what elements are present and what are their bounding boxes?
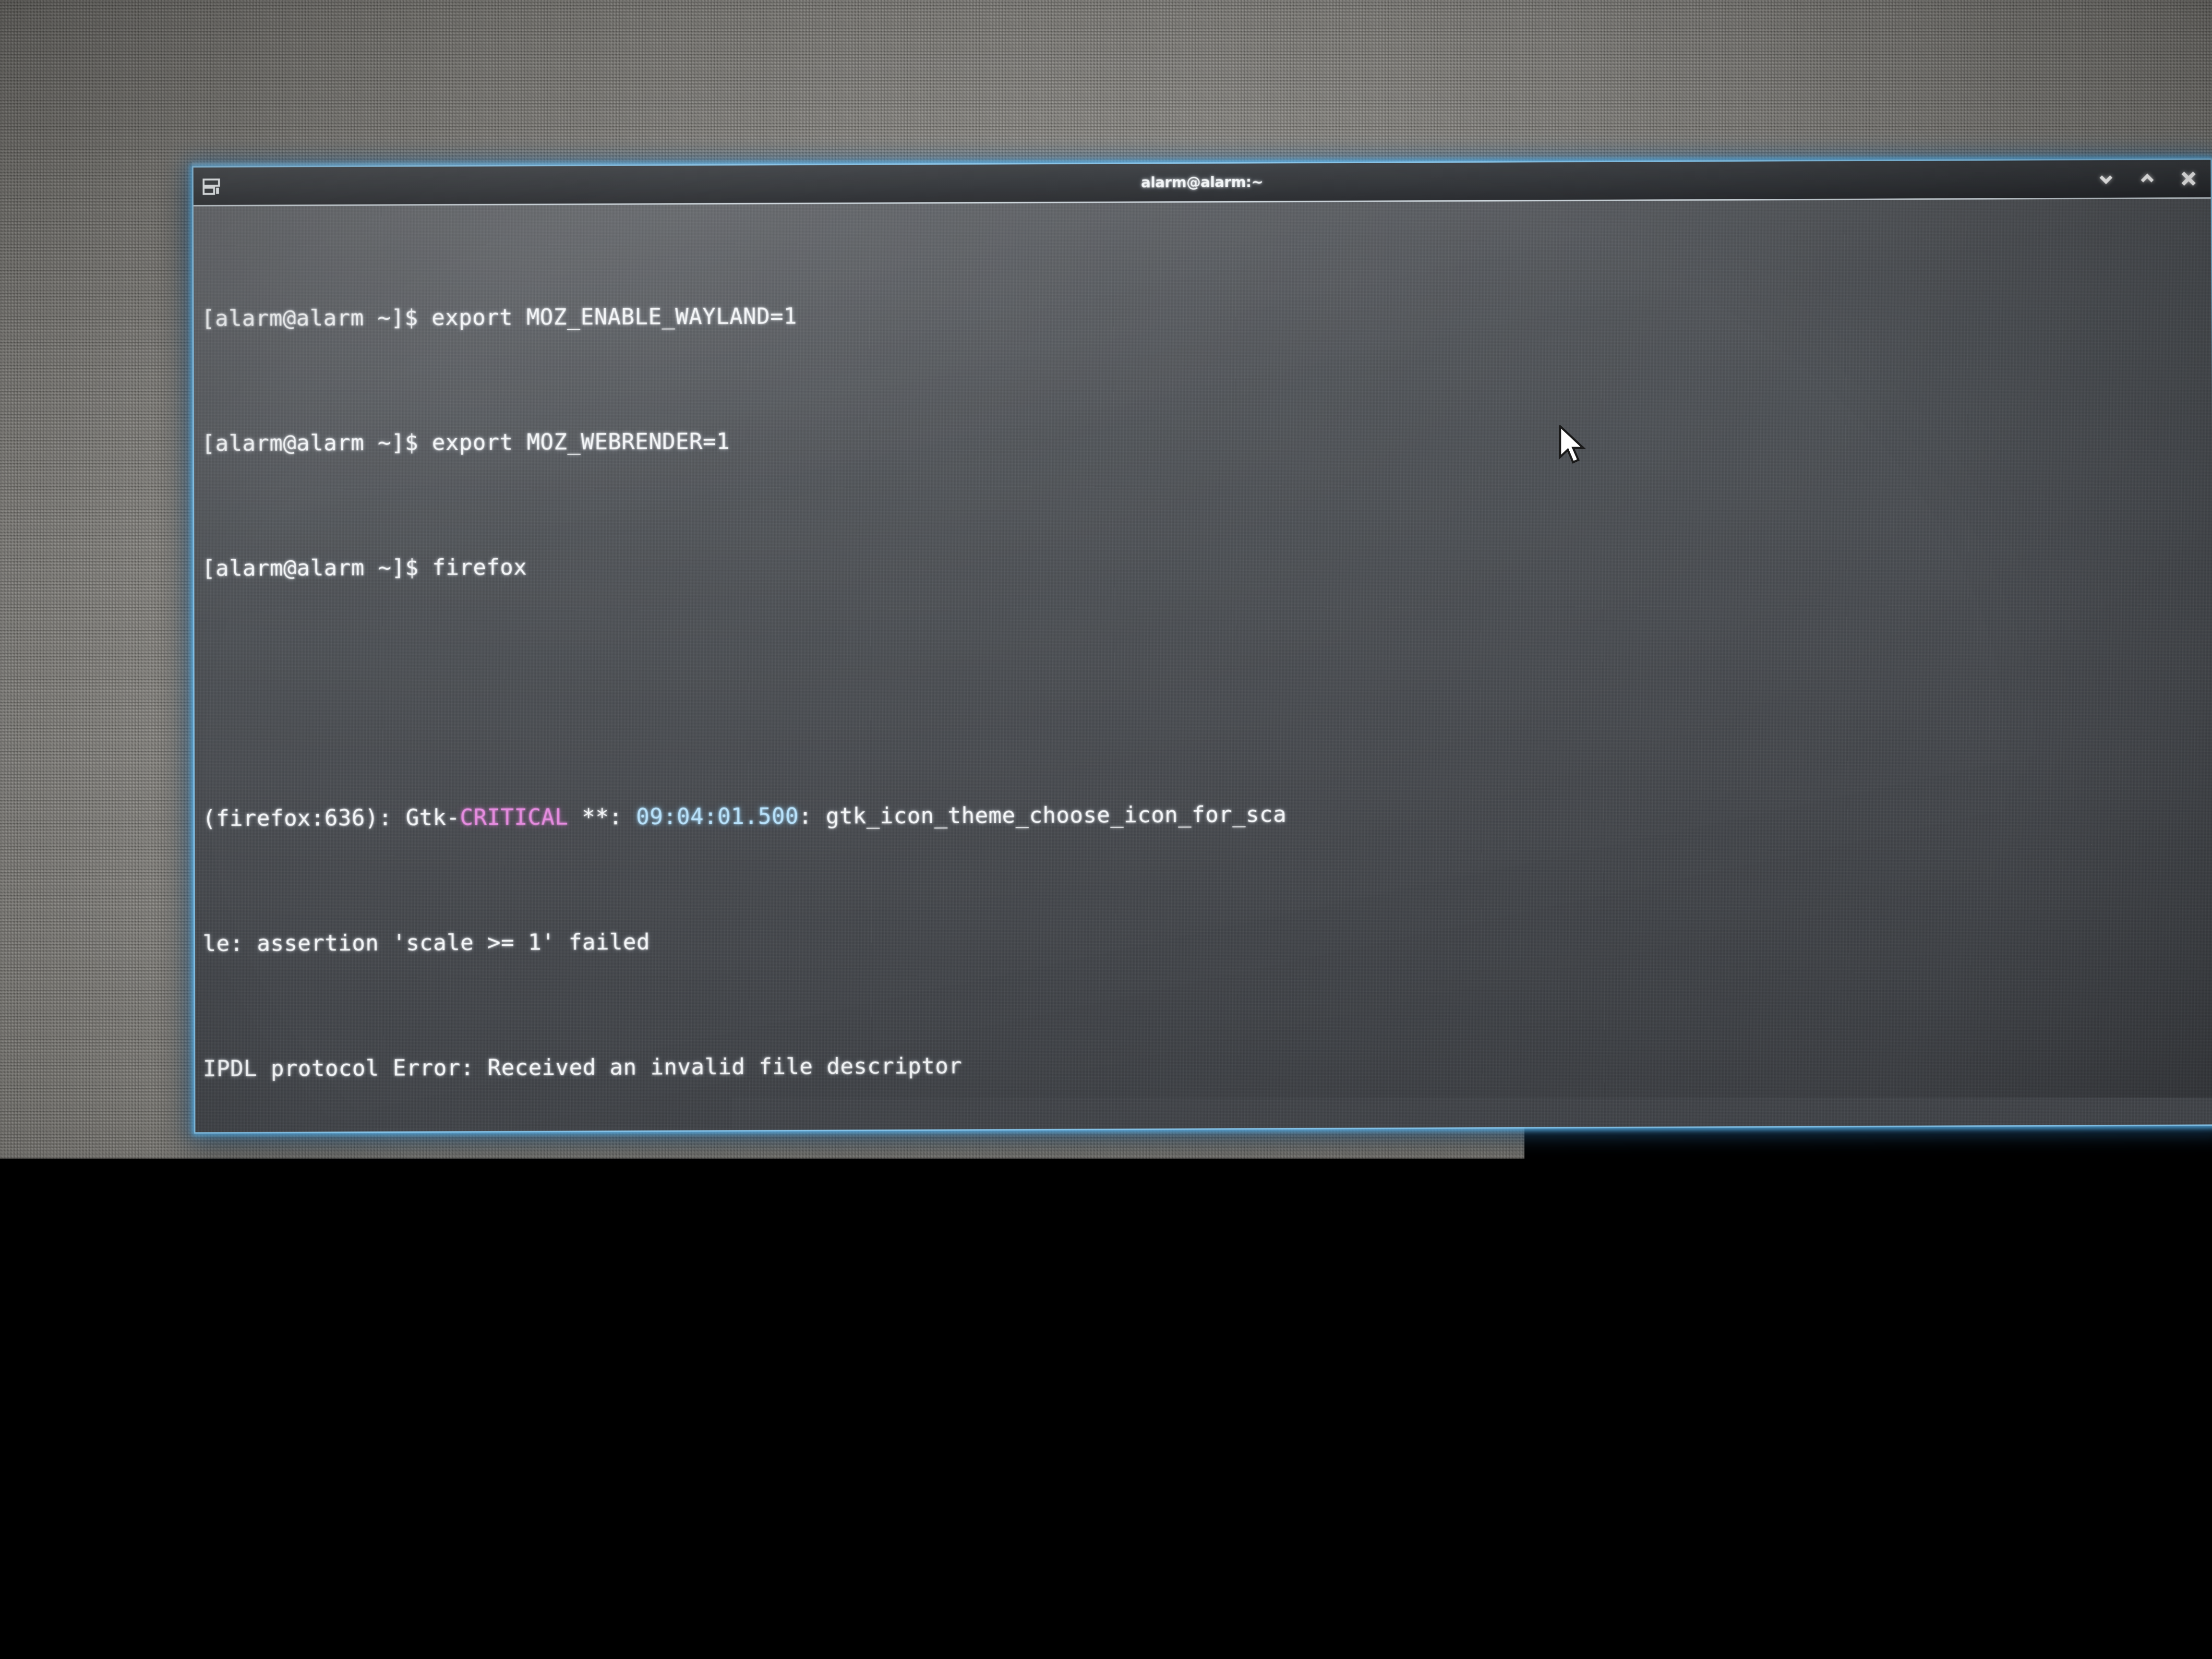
- gtk-warning-prefix: (firefox:636): Gtk-: [203, 804, 460, 831]
- terminal-blank-line: [202, 670, 2212, 709]
- assertion-text: le: assertion 'scale >= 1' failed: [203, 929, 650, 957]
- shell-prompt: [alarm@alarm ~]$: [202, 304, 432, 331]
- shell-prompt: [alarm@alarm ~]$: [202, 554, 433, 581]
- ipdl-error-text: IPDL protocol Error: Received an invalid…: [203, 1053, 962, 1082]
- terminal-body[interactable]: [alarm@alarm ~]$ export MOZ_ENABLE_WAYLA…: [193, 199, 2212, 1132]
- terminal-window[interactable]: alarm@alarm:~ [alarm@alarm ~]$ export MO…: [192, 158, 2212, 1134]
- terminal-console-output[interactable]: [alarm@alarm ~]$ export MOZ_ENABLE_WAYLA…: [201, 202, 2212, 1132]
- shell-command: export MOZ_ENABLE_WAYLAND=1: [432, 303, 797, 330]
- window-title: alarm@alarm:~: [193, 170, 2211, 194]
- gtk-warning-suffix: : gtk_icon_theme_choose_icon_for_sca: [799, 801, 1286, 829]
- minimize-button[interactable]: [2096, 169, 2116, 189]
- gtk-warning-level: CRITICAL: [460, 804, 568, 830]
- terminal-icon: [200, 175, 222, 197]
- shell-command: export MOZ_WEBRENDER=1: [432, 428, 730, 455]
- terminal-line: [alarm@alarm ~]$ firefox: [202, 545, 2212, 584]
- terminal-line: le: assertion 'scale >= 1' failed: [203, 920, 2212, 959]
- maximize-button[interactable]: [2138, 169, 2157, 188]
- terminal-line-error: IPDL protocol Error: Received an invalid…: [203, 1046, 2212, 1084]
- terminal-line: [alarm@alarm ~]$ export MOZ_WEBRENDER=1: [202, 420, 2212, 459]
- close-button[interactable]: [2179, 169, 2198, 188]
- shell-prompt: [alarm@alarm ~]$: [202, 429, 432, 456]
- gtk-warning-timestamp: 09:04:01.500: [636, 803, 799, 830]
- shell-command: firefox: [432, 554, 527, 580]
- window-controls[interactable]: [2096, 169, 2198, 189]
- terminal-line: [alarm@alarm ~]$ export MOZ_ENABLE_WAYLA…: [202, 295, 2212, 334]
- terminal-line-warning: (firefox:636): Gtk-CRITICAL **: 09:04:01…: [203, 795, 2212, 834]
- photographed-screen-backdrop: alarm@alarm:~ [alarm@alarm ~]$ export MO…: [0, 0, 2212, 1659]
- gtk-warning-separator: **:: [568, 804, 636, 830]
